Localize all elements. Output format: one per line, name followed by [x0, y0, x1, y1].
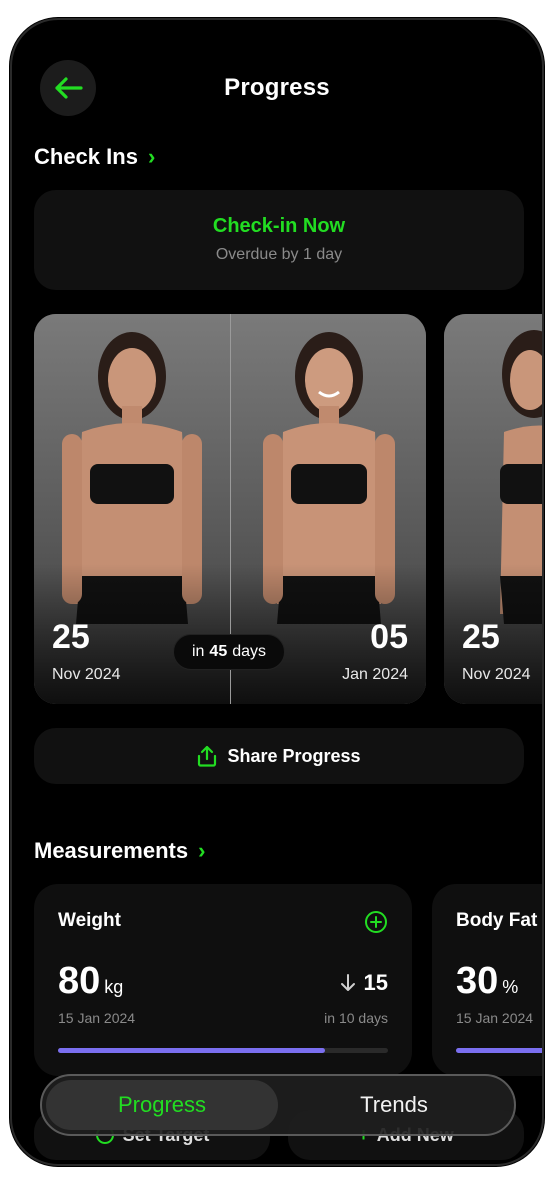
after-month: Jan 2024	[342, 666, 408, 683]
body-fat-value: 30%	[456, 960, 518, 1003]
days-count: 45	[209, 643, 228, 660]
weight-progress-fill	[58, 1048, 326, 1053]
chevron-right-icon: ›	[198, 838, 206, 863]
body-fat-progress-bar	[456, 1048, 542, 1053]
days-prefix: in	[191, 643, 205, 660]
body-fat-progress-fill	[456, 1048, 542, 1053]
weight-unit: kg	[104, 977, 124, 997]
weight-date: 15 Jan 2024	[58, 1010, 136, 1026]
after-day: 05	[370, 618, 408, 656]
photo-comparison-card[interactable]: 25 Nov 2024 05 Jan 2024 in 45 days	[34, 314, 426, 704]
page-title: Progress	[224, 74, 330, 101]
next-month: Nov 2024	[462, 666, 531, 683]
weight-number: 80	[58, 960, 101, 1002]
weight-delta-period: in 10 days	[324, 1010, 388, 1026]
days-suffix: days	[232, 643, 267, 660]
tab-trends[interactable]: Trends	[278, 1080, 510, 1130]
before-day: 25	[52, 618, 90, 656]
arrow-down-icon	[340, 974, 355, 991]
days-between-badge: in 45 days	[173, 634, 285, 670]
check-in-now-label: Check-in Now	[212, 215, 346, 237]
body-fat-unit: %	[502, 977, 519, 997]
measurements-title: Measurements	[34, 838, 189, 863]
measurements-section-link[interactable]: Measurements ›	[34, 838, 205, 864]
check-in-now-card[interactable]: Check-in Now Overdue by 1 day	[34, 190, 524, 290]
share-progress-label: Share Progress	[227, 745, 361, 766]
weight-delta-value: 15	[363, 970, 388, 995]
weight-card[interactable]: Weight 80 kg 15 Jan 2024 15 in 10 days	[34, 884, 412, 1076]
next-photo-card[interactable]: 25 Nov 2024	[444, 314, 542, 704]
share-icon	[198, 745, 217, 767]
next-day: 25	[462, 618, 500, 656]
body-fat-number: 30	[456, 960, 499, 1002]
body-fat-date: 15 Jan 2024	[456, 1010, 534, 1026]
body-fat-label: Body Fat	[456, 910, 538, 931]
body-fat-card[interactable]: Body Fat 30% 15 Jan 2024	[432, 884, 542, 1076]
overdue-label: Overdue by 1 day	[215, 246, 343, 263]
weight-progress-bar	[58, 1048, 388, 1053]
share-progress-button[interactable]: Share Progress	[34, 728, 524, 784]
tab-progress[interactable]: Progress	[46, 1080, 278, 1130]
add-weight-button[interactable]	[364, 910, 388, 939]
check-ins-section-link[interactable]: Check Ins ›	[34, 144, 155, 170]
check-ins-title: Check Ins	[34, 144, 138, 169]
plus-circle-icon	[365, 911, 387, 933]
weight-label: Weight	[58, 910, 121, 931]
bottom-tab-bar: Progress Trends	[40, 1074, 516, 1136]
chevron-right-icon: ›	[147, 144, 156, 169]
before-month: Nov 2024	[52, 666, 121, 683]
weight-value: 80 kg	[58, 960, 123, 1003]
weight-delta: 15	[340, 970, 388, 996]
phone-screen: Progress Check Ins › Check-in Now Overdu…	[10, 18, 544, 1166]
